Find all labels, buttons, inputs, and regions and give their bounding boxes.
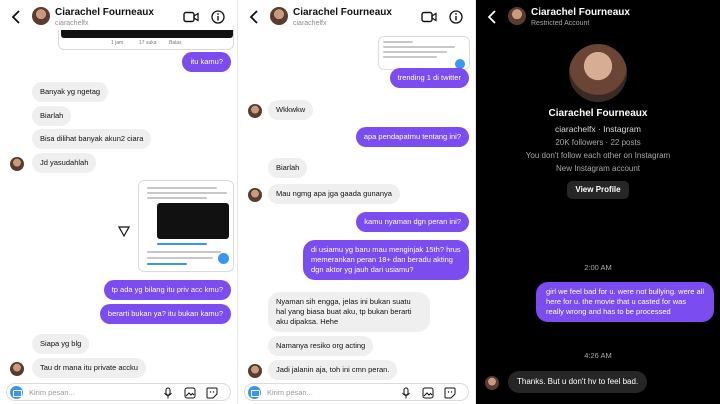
gallery-icon[interactable] xyxy=(422,387,434,399)
info-icon[interactable] xyxy=(211,10,225,24)
message-outgoing[interactable]: kamu nyaman dgn peran ini? xyxy=(356,212,469,232)
avatar[interactable] xyxy=(10,362,24,376)
thread-header: Ciarachel Fourneaux ciarachelfx xyxy=(238,0,475,34)
message-outgoing[interactable]: berarti bukan ya? itu bukan kamu? xyxy=(99,304,231,324)
info-icon[interactable] xyxy=(449,10,463,24)
video-call-icon[interactable] xyxy=(183,11,199,23)
restricted-thread-panel: Ciarachel Fourneaux Restricted Account C… xyxy=(476,0,720,404)
message-input[interactable]: Kirim pesan... xyxy=(267,388,313,397)
back-arrow-icon[interactable] xyxy=(486,9,498,25)
back-arrow-icon[interactable] xyxy=(10,9,22,25)
restricted-label: Restricted Account xyxy=(531,20,590,27)
message-incoming[interactable]: Biarlah xyxy=(32,106,72,126)
avatar[interactable] xyxy=(10,157,24,171)
view-profile-button[interactable]: View Profile xyxy=(567,181,629,199)
avatar[interactable] xyxy=(248,104,262,118)
contact-name[interactable]: Ciarachel Fourneaux xyxy=(55,7,154,18)
avatar[interactable] xyxy=(248,364,262,378)
message-incoming[interactable]: Mau ngmg apa jga gaada gunanya xyxy=(268,184,400,204)
message-incoming[interactable]: Biarlah xyxy=(268,158,308,178)
avatar[interactable] xyxy=(270,7,288,25)
dm-thread-panel-1: Ciarachel Fourneaux ciarachelfx 1 jam 17… xyxy=(0,0,238,404)
sticker-icon[interactable] xyxy=(444,387,456,399)
message-outgoing[interactable]: tp ada yg bilang itu priv acc kmu? xyxy=(103,280,231,300)
message-incoming[interactable]: Jd yasudahlah xyxy=(32,153,97,173)
profile-avatar[interactable] xyxy=(569,44,627,102)
profile-stats: 20K followers · 22 posts xyxy=(555,138,641,147)
post-reply: Balas xyxy=(169,40,182,46)
camera-icon[interactable] xyxy=(10,386,23,399)
timestamp: 2:00 AM xyxy=(584,263,612,272)
message-composer[interactable]: Kirim pesan... xyxy=(6,383,231,401)
camera-icon[interactable] xyxy=(248,386,261,399)
timestamp: 4:26 AM xyxy=(584,351,612,360)
profile-name: Ciarachel Fourneaux xyxy=(548,108,648,119)
message-incoming[interactable]: Bisa dilihat banyak akun2 ciara xyxy=(32,129,152,149)
shared-post[interactable] xyxy=(138,180,234,272)
message-incoming[interactable]: Siapa yg blg xyxy=(32,334,90,354)
back-arrow-icon[interactable] xyxy=(248,9,260,25)
avatar[interactable] xyxy=(485,376,499,390)
contact-handle: ciarachelfx xyxy=(55,20,89,27)
message-outgoing[interactable]: apa pendapatmu tentang ini? xyxy=(355,127,469,147)
microphone-icon[interactable] xyxy=(162,387,174,399)
message-incoming[interactable]: Thanks. But u don't hv to feel bad. xyxy=(508,371,648,393)
message-outgoing[interactable]: di usiamu yg baru mau menginjak 15th? hr… xyxy=(303,240,469,280)
message-outgoing[interactable]: girl we feel bad for u. were not bullyin… xyxy=(536,282,714,322)
avatar[interactable] xyxy=(32,7,50,25)
message-outgoing[interactable]: itu kamu? xyxy=(182,52,231,72)
contact-handle: ciarachelfx xyxy=(293,20,327,27)
message-incoming[interactable]: Tau dr mana itu private accku xyxy=(32,358,146,378)
shared-post[interactable]: 1 jam 17 suka Balas xyxy=(58,30,234,50)
dm-thread-panel-2: Ciarachel Fourneaux ciarachelfx trending… xyxy=(238,0,476,404)
account-note: New Instagram account xyxy=(555,164,641,173)
avatar[interactable] xyxy=(508,7,526,25)
contact-name[interactable]: Ciarachel Fourneaux xyxy=(531,7,630,18)
message-incoming[interactable]: Jadi jalanin aja, toh ini cmn peran. xyxy=(268,360,398,380)
message-incoming[interactable]: Namanya resiko org acting xyxy=(268,336,374,356)
gallery-icon[interactable] xyxy=(184,387,196,399)
sticker-icon[interactable] xyxy=(206,387,218,399)
follow-status: You don't follow each other on Instagram xyxy=(525,151,671,160)
share-icon[interactable] xyxy=(218,253,229,264)
message-incoming[interactable]: Nyaman sih engga, jelas ini bukan suatu … xyxy=(268,292,430,332)
post-likes: 17 suka xyxy=(139,40,157,46)
thread-header: Ciarachel Fourneaux Restricted Account xyxy=(476,0,720,34)
message-incoming[interactable]: Wkkwkw xyxy=(268,100,314,120)
microphone-icon[interactable] xyxy=(400,387,412,399)
contact-name[interactable]: Ciarachel Fourneaux xyxy=(293,7,392,18)
profile-handle: ciarachelfx · Instagram xyxy=(555,124,641,134)
message-incoming[interactable]: Banyak yg ngetag xyxy=(32,82,109,102)
forward-icon[interactable] xyxy=(118,225,130,237)
post-time: 1 jam xyxy=(111,40,124,46)
avatar[interactable] xyxy=(248,188,262,202)
message-outgoing[interactable]: trending 1 di twitter xyxy=(389,68,469,88)
message-input[interactable]: Kirim pesan... xyxy=(29,388,75,397)
message-composer[interactable]: Kirim pesan... xyxy=(244,383,469,401)
video-call-icon[interactable] xyxy=(421,11,437,23)
thread-header: Ciarachel Fourneaux ciarachelfx xyxy=(0,0,237,34)
shared-post[interactable] xyxy=(378,36,470,70)
